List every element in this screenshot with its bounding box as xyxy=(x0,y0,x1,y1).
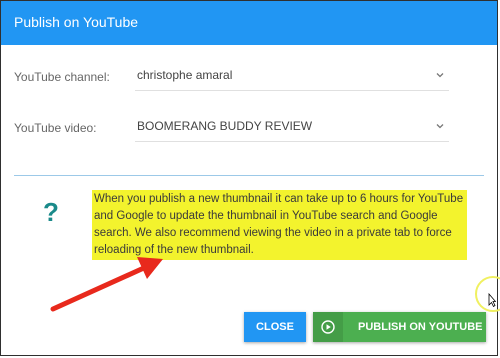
question-mark-icon: ? xyxy=(43,197,59,227)
annotation-arrow-icon xyxy=(50,257,163,312)
publish-button-label: PUBLISH ON YOUTUBE xyxy=(358,321,483,333)
chevron-down-icon xyxy=(436,73,444,78)
mouse-cursor-icon xyxy=(488,293,496,307)
video-select[interactable]: BOOMERANG BUDDY REVIEW xyxy=(135,112,449,142)
channel-select-value: christophe amaral xyxy=(137,68,233,82)
play-circle-icon xyxy=(313,312,343,342)
channel-label: YouTube channel: xyxy=(14,70,110,84)
chevron-down-icon xyxy=(436,124,444,129)
dialog-title: Publish on YouTube xyxy=(14,14,139,30)
dialog-titlebar: Publish on YouTube xyxy=(1,1,497,45)
close-button[interactable]: CLOSE xyxy=(244,312,306,342)
video-select-value: BOOMERANG BUDDY REVIEW xyxy=(137,119,313,133)
publish-on-youtube-button[interactable]: PUBLISH ON YOUTUBE xyxy=(313,312,486,342)
video-label: YouTube video: xyxy=(14,121,97,135)
publish-dialog: Publish on YouTube YouTube channel: chri… xyxy=(0,0,498,356)
channel-select[interactable]: christophe amaral xyxy=(135,61,449,91)
section-divider xyxy=(14,175,484,176)
